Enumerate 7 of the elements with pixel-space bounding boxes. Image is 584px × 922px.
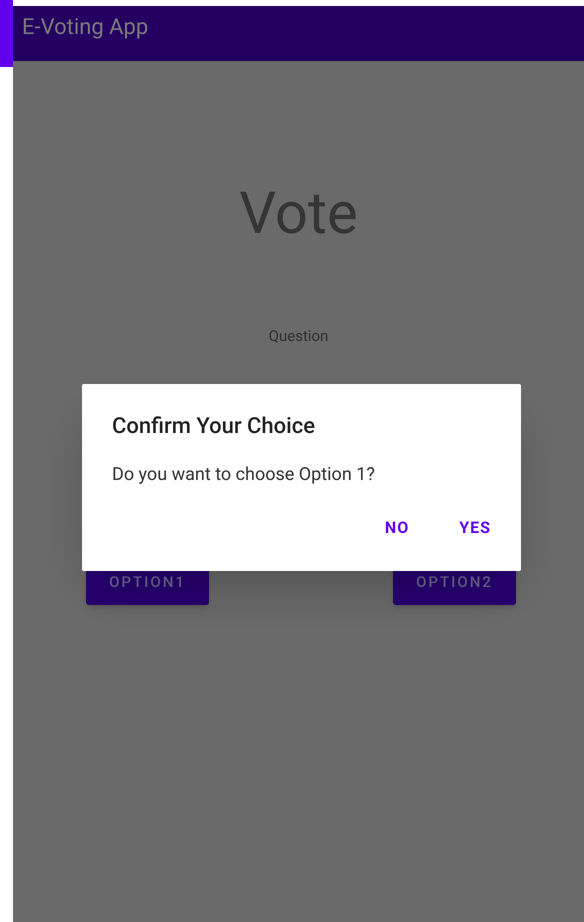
question-label: Question [268, 326, 328, 347]
dialog-title: Confirm Your Choice [112, 413, 316, 441]
dialog-button[interactable]: YES [445, 510, 505, 546]
app-title: E-Voting App [22, 14, 148, 42]
dialog-button[interactable]: NO [370, 510, 424, 546]
dialog-message: Do you want to choose Option 1? [112, 463, 376, 487]
accent-bar [0, 0, 13, 67]
